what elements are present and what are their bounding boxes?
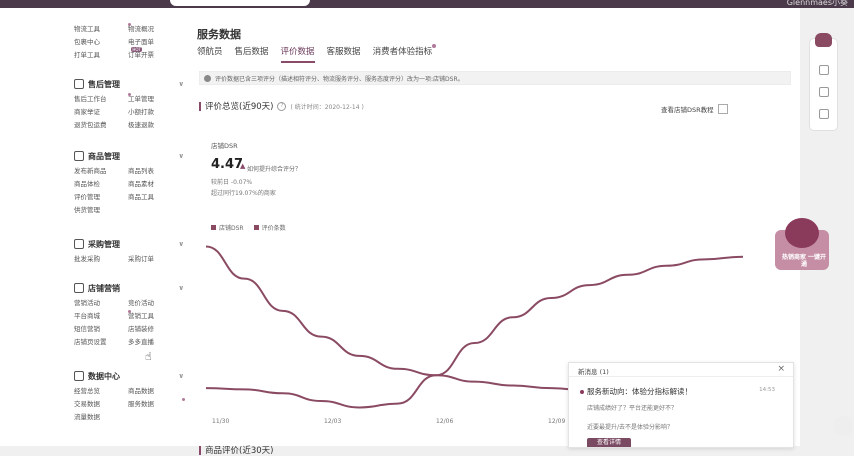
user-name[interactable]: Glennmaes小葵: [787, 0, 848, 8]
sidebar-group-purchase: 采购管理 ∨ 批发采购 采购订单: [74, 238, 184, 263]
box-icon: [74, 151, 84, 161]
sidebar-group-goods: 商品管理 ∨ 发布新商品 商品列表 商品体检 商品素材 评价管理 商品工具 供货管理: [74, 150, 184, 214]
section-accent: [199, 445, 201, 455]
sidebar-group-aftersale: 售后管理 ∨ 售后工作台 工单管理 商家举证 小额打款 退货包运费 极速退款: [74, 78, 184, 129]
sidebar-item[interactable]: 服务数据: [128, 398, 185, 408]
sidebar-item[interactable]: 包裹中心: [74, 36, 128, 46]
sidebar-group-title: 店铺营销: [88, 283, 120, 293]
sidebar-group-title: 商品管理: [88, 151, 120, 161]
x-tick-label: 12/09: [548, 418, 565, 425]
sidebar-group-header[interactable]: 数据中心 ∨: [74, 370, 184, 382]
sidebar: 物流工具物流概况包裹中心电子面单打单工具订单开票 售后管理 ∨ 售后工作台工单管理…: [0, 8, 191, 446]
sidebar-item[interactable]: 批发采购: [74, 253, 128, 263]
popup-message[interactable]: 服务新动向：体验分指标解读！: [580, 386, 692, 397]
sidebar-item[interactable]: 商品素材: [128, 178, 182, 188]
warning-icon[interactable]: [819, 109, 829, 119]
sidebar-item[interactable]: 营销活动: [74, 297, 128, 307]
sidebar-group-data: 数据中心 ∨ 经营总览 商品数据 交易数据 服务数据 流量数据: [74, 370, 185, 421]
sidebar-item[interactable]: 电子面单: [128, 36, 182, 46]
megaphone-icon: [74, 283, 84, 293]
sidebar-group-header[interactable]: 店铺营销 ∨: [74, 282, 184, 294]
sidebar-item[interactable]: 商家举证: [74, 106, 128, 116]
sidebar-group-title: 售后管理: [88, 79, 120, 89]
sidebar-item[interactable]: 发布新商品: [74, 165, 128, 175]
x-tick-label: 12/06: [436, 418, 453, 425]
sidebar-item[interactable]: 工单管理: [128, 93, 182, 103]
popup-header: 新消息 (1): [578, 368, 609, 376]
sidebar-group-title: 采购管理: [88, 239, 120, 249]
sidebar-group-header[interactable]: 售后管理 ∨: [74, 78, 184, 90]
sidebar-item[interactable]: 竞价活动: [128, 297, 182, 307]
popup-divider: [569, 376, 793, 377]
new-message-popup: 新消息 (1) × 服务新动向：体验分指标解读！ 14:53 店铺成绩好了？平台…: [568, 362, 794, 448]
search-pill[interactable]: [170, 0, 310, 6]
chevron-down-icon: ∨: [178, 284, 184, 292]
sidebar-item[interactable]: 短信营销: [74, 323, 128, 333]
sidebar-item[interactable]: 多多直播: [128, 336, 182, 346]
sidebar-item[interactable]: 商品工具: [128, 191, 182, 201]
sidebar-group-marketing: 店铺营销 ∨ 营销活动 竞价活动平台商城 营销工具 短信营销 店铺装修 店铺页设置 多多直播: [74, 282, 184, 346]
chart-icon: [74, 371, 84, 381]
robot-assistant-icon[interactable]: [815, 33, 832, 47]
mouse-cursor: ☝: [145, 350, 152, 363]
sidebar-item[interactable]: 售后工作台: [74, 93, 131, 103]
close-icon[interactable]: ×: [777, 364, 785, 374]
sidebar-item[interactable]: 店铺页设置: [74, 336, 128, 346]
x-tick-label: 11/30: [212, 418, 229, 425]
sidebar-item[interactable]: 物流工具: [74, 23, 131, 33]
sidebar-item[interactable]: 评价管理: [74, 191, 128, 201]
sidebar-item[interactable]: 采购订单: [128, 253, 182, 263]
promo-mascot-icon: [785, 218, 819, 248]
top-nav-bar: Glennmaes小葵: [0, 0, 854, 8]
sidebar-item[interactable]: 极速退款: [128, 119, 182, 129]
x-tick-label: 12/03: [324, 418, 341, 425]
promo-text: 热销商家 一键开通: [781, 254, 827, 268]
sidebar-item[interactable]: 物流概况: [128, 23, 182, 33]
sidebar-item[interactable]: 商品体检: [74, 178, 128, 188]
sidebar-item[interactable]: 打单工具: [74, 47, 142, 59]
chevron-down-icon: ∨: [178, 152, 184, 160]
sidebar-group-header[interactable]: 商品管理 ∨: [74, 150, 184, 162]
feedback-icon[interactable]: [819, 65, 829, 75]
sidebar-item[interactable]: 营销工具: [128, 310, 182, 320]
sidebar-item[interactable]: 平台商城: [74, 310, 131, 320]
sidebar-item[interactable]: 交易数据: [74, 398, 128, 408]
chevron-down-icon: ∨: [178, 240, 184, 248]
chevron-down-icon: ∨: [178, 80, 184, 88]
shield-icon: [74, 79, 84, 89]
sidebar-item[interactable]: 供货管理: [74, 204, 128, 214]
edit-icon[interactable]: [819, 87, 829, 97]
sidebar-group-title: 数据中心: [88, 371, 120, 381]
floating-tool-panel: [809, 33, 838, 131]
sidebar-group-header[interactable]: 采购管理 ∨: [74, 238, 184, 250]
popup-time: 14:53: [759, 387, 775, 393]
sidebar-item[interactable]: 经营总览: [74, 385, 128, 395]
sidebar-item[interactable]: 小额打款: [128, 106, 182, 116]
sidebar-item[interactable]: 店铺装修: [128, 323, 182, 333]
popup-message-title: 服务新动向：体验分指标解读！: [587, 387, 692, 396]
chevron-down-icon: ∨: [178, 372, 184, 380]
promo-badge[interactable]: 热销商家 一键开通: [775, 218, 833, 278]
sidebar-item[interactable]: 商品列表: [128, 165, 182, 175]
popup-subtext: 店铺成绩好了？平台还能更好不？: [587, 405, 678, 412]
sidebar-group-logistics: 物流工具物流概况包裹中心电子面单打单工具订单开票: [74, 20, 184, 59]
sidebar-item[interactable]: 商品数据: [128, 385, 182, 395]
sidebar-item[interactable]: 流量数据: [74, 411, 128, 421]
sidebar-item[interactable]: 订单开票: [128, 49, 182, 59]
cart-icon: [74, 239, 84, 249]
sidebar-item[interactable]: 退货包运费: [74, 119, 128, 129]
popup-subtext: 近要最提升/去不是体验分影响？: [587, 424, 674, 431]
bullet-dot: [580, 389, 584, 394]
chat-bubble-icon[interactable]: [833, 416, 853, 436]
